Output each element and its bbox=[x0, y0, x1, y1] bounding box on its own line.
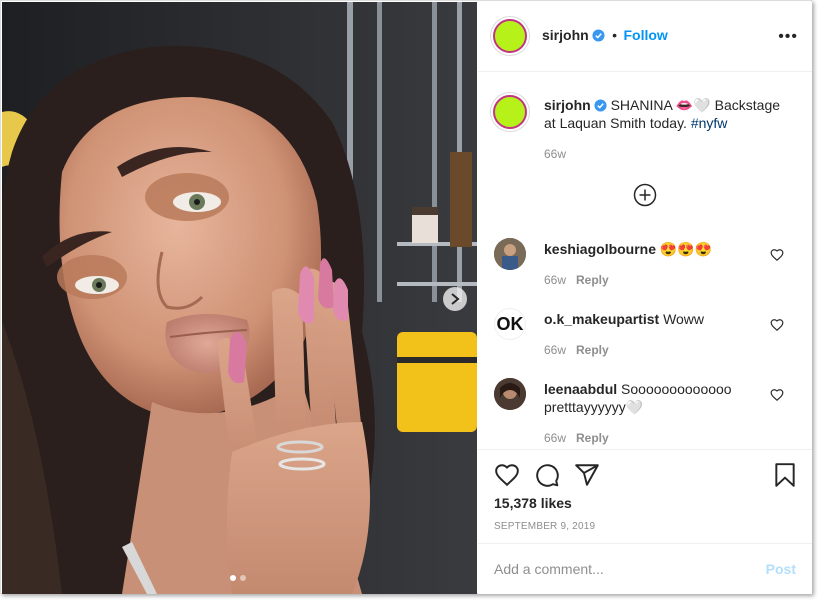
add-comment-bar: Post bbox=[478, 543, 812, 596]
verified-badge-icon bbox=[592, 29, 605, 42]
comment-meta: 66w Reply bbox=[544, 273, 609, 287]
comment-meta: 66w Reply bbox=[544, 431, 609, 445]
post-header: sirjohn • Follow ••• bbox=[478, 2, 812, 72]
heart-icon[interactable] bbox=[770, 248, 784, 262]
reply-button[interactable]: Reply bbox=[576, 343, 609, 357]
post-sidebar: sirjohn • Follow ••• sirjohn SHANINA 👄🤍 … bbox=[478, 2, 812, 594]
more-options-icon[interactable]: ••• bbox=[778, 28, 798, 46]
reply-button[interactable]: Reply bbox=[576, 273, 609, 287]
heart-icon[interactable] bbox=[770, 318, 784, 332]
author-username[interactable]: sirjohn bbox=[542, 27, 589, 43]
heart-icon[interactable] bbox=[494, 462, 520, 488]
carousel-next-icon bbox=[451, 293, 460, 305]
reply-button[interactable]: Reply bbox=[576, 431, 609, 445]
comment-age: 66w bbox=[544, 273, 567, 287]
comment-age: 66w bbox=[544, 343, 567, 357]
comment-age: 66w bbox=[544, 431, 567, 445]
commenter-username[interactable]: o.k_makeupartist bbox=[544, 311, 659, 327]
commenter-avatar[interactable]: OK bbox=[494, 308, 526, 340]
commenter-username[interactable]: leenaabdul bbox=[544, 381, 617, 397]
carousel-dot bbox=[230, 575, 236, 581]
likes-count[interactable]: 15,378 likes bbox=[494, 495, 572, 511]
heart-icon[interactable] bbox=[770, 388, 784, 402]
caption-hashtag[interactable]: #nyfw bbox=[691, 115, 728, 131]
post-modal: sirjohn • Follow ••• sirjohn SHANINA 👄🤍 … bbox=[0, 0, 812, 594]
caption-username[interactable]: sirjohn bbox=[544, 97, 591, 113]
commenter-avatar[interactable] bbox=[494, 238, 526, 270]
post-comment-button[interactable]: Post bbox=[766, 561, 796, 577]
comment-text: 😍😍😍 bbox=[659, 241, 713, 257]
comment-icon[interactable] bbox=[534, 462, 560, 488]
post-actions: 15,378 likes SEPTEMBER 9, 2019 Post bbox=[478, 449, 812, 595]
carousel-dot bbox=[240, 575, 246, 581]
author-avatar[interactable] bbox=[490, 16, 530, 56]
comment-text: Woww bbox=[663, 311, 705, 327]
post-photo[interactable] bbox=[2, 2, 477, 594]
commenter-avatar[interactable] bbox=[494, 378, 526, 410]
bookmark-icon[interactable] bbox=[772, 462, 798, 488]
post-date: SEPTEMBER 9, 2019 bbox=[494, 521, 596, 532]
follow-button[interactable]: Follow bbox=[623, 27, 667, 43]
comment-meta: 66w Reply bbox=[544, 343, 609, 357]
header-separator: • bbox=[612, 27, 618, 43]
caption-avatar[interactable] bbox=[490, 92, 530, 132]
load-more-plus-icon[interactable] bbox=[633, 183, 657, 207]
commenter-username[interactable]: keshiagolbourne bbox=[544, 241, 656, 257]
share-icon[interactable] bbox=[574, 462, 600, 488]
verified-badge-icon bbox=[594, 99, 607, 112]
comment-input[interactable] bbox=[494, 558, 744, 580]
carousel-indicator bbox=[230, 575, 246, 581]
carousel-next-button[interactable] bbox=[443, 287, 467, 311]
caption-body: sirjohn SHANINA 👄🤍 Backstage at Laquan S… bbox=[544, 96, 794, 132]
portrait-image bbox=[2, 2, 477, 594]
caption-age: 66w bbox=[544, 147, 567, 161]
